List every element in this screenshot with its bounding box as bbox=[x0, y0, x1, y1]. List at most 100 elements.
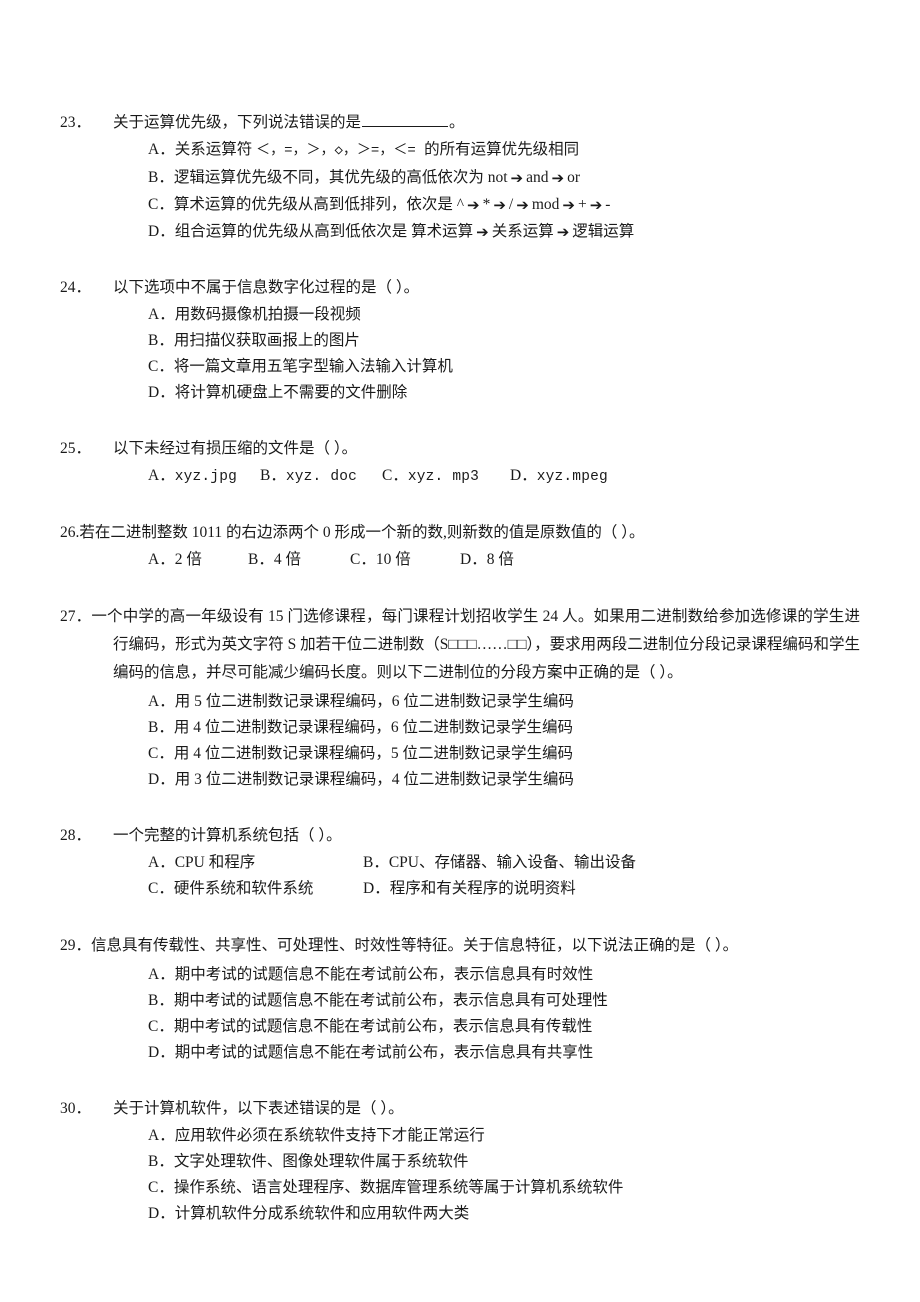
option-29-d[interactable]: D．期中考试的试题信息不能在考试前公布，表示信息具有共享性 bbox=[60, 1040, 860, 1066]
option-label: B． bbox=[148, 332, 174, 349]
option-23-c[interactable]: C．算术运算的优先级从高到低排列，依次是 ^ ➔ * ➔ / ➔ mod ➔ + ➔ - bbox=[60, 191, 860, 218]
option-label: C． bbox=[148, 358, 174, 375]
operator-sequence-c: ^ ➔ * ➔ / ➔ mod ➔ + ➔ - bbox=[457, 196, 611, 214]
option-text: 硬件系统和软件系统 bbox=[173, 880, 314, 897]
option-25-b[interactable]: B．xyz. doc bbox=[260, 463, 382, 490]
option-label: A． bbox=[148, 966, 175, 983]
right-arrow-icon: ➔ bbox=[589, 196, 603, 214]
option-29-b[interactable]: B．期中考试的试题信息不能在考试前公布，表示信息具有可处理性 bbox=[60, 988, 860, 1014]
option-30-c[interactable]: C．操作系统、语言处理程序、数据库管理系统等属于计算机系统软件 bbox=[60, 1175, 860, 1201]
question-number-24: 24． bbox=[60, 279, 92, 296]
option-text: 组合运算的优先级从高到低依次是 bbox=[174, 223, 412, 240]
option-label: C． bbox=[148, 745, 174, 762]
option-row-28-1: A．CPU 和程序 B．CPU、存储器、输入设备、输出设备 bbox=[60, 850, 860, 876]
option-28-b[interactable]: B．CPU、存储器、输入设备、输出设备 bbox=[363, 850, 860, 876]
option-label: B． bbox=[260, 467, 286, 484]
options-list-27: A．用 5 位二进制数记录课程编码，6 位二进制数记录学生编码 B．用 4 位二… bbox=[60, 689, 860, 793]
option-text: 用 4 位二进制数记录课程编码，6 位二进制数记录学生编码 bbox=[173, 719, 573, 736]
option-label: A． bbox=[148, 1127, 175, 1144]
options-list-28: A．CPU 和程序 B．CPU、存储器、输入设备、输出设备 C．硬件系统和软件系… bbox=[60, 850, 860, 902]
option-text: 用数码摄像机拍摄一段视频 bbox=[174, 306, 361, 323]
option-30-a[interactable]: A．应用软件必须在系统软件支持下才能正常运行 bbox=[60, 1123, 860, 1149]
option-label: A． bbox=[148, 141, 175, 158]
relational-operators: ＜，=，＞，◇，＞=，＜= bbox=[256, 143, 425, 159]
option-text: 操作系统、语言处理程序、数据库管理系统等属于计算机系统软件 bbox=[173, 1179, 624, 1196]
option-text: 期中考试的试题信息不能在考试前公布，表示信息具有可处理性 bbox=[173, 992, 608, 1009]
option-28-c[interactable]: C．硬件系统和软件系统 bbox=[148, 876, 363, 902]
question-stem-25: 25． 以下未经过有损压缩的文件是（ ）。 bbox=[60, 436, 860, 461]
option-text: 8 倍 bbox=[486, 551, 514, 568]
option-label: D． bbox=[148, 771, 175, 788]
option-text: 程序和有关程序的说明资料 bbox=[389, 880, 576, 897]
option-30-d[interactable]: D．计算机软件分成系统软件和应用软件两大类 bbox=[60, 1201, 860, 1227]
question-stem-text-23: 关于运算优先级，下列说法错误的是 bbox=[113, 114, 362, 131]
option-29-c[interactable]: C．期中考试的试题信息不能在考试前公布，表示信息具有传载性 bbox=[60, 1014, 860, 1040]
question-number-25: 25． bbox=[60, 440, 92, 457]
question-stem-27: 27．一个中学的高一年级设有 15 门选修课程，每门课程计划招收学生 24 人。… bbox=[60, 603, 860, 687]
option-text: 2 倍 bbox=[174, 551, 202, 568]
option-24-c[interactable]: C．将一篇文章用五笔字型输入法输入计算机 bbox=[60, 354, 860, 380]
option-label: C． bbox=[382, 467, 408, 484]
option-23-d[interactable]: D．组合运算的优先级从高到低依次是 算术运算 ➔ 关系运算 ➔ 逻辑运算 bbox=[60, 218, 860, 245]
question-block-29: 29．信息具有传载性、共享性、可处理性、时效性等特征。关于信息特征，以下说法正确… bbox=[60, 932, 860, 1066]
question-stem-tail-23: 。 bbox=[449, 114, 465, 131]
option-label: C． bbox=[148, 1018, 174, 1035]
option-text: 期中考试的试题信息不能在考试前公布，表示信息具有共享性 bbox=[174, 1044, 594, 1061]
option-label: B． bbox=[248, 551, 274, 568]
question-block-26: 26.若在二进制整数 1011 的右边添两个 0 形成一个新的数,则新数的值是原… bbox=[60, 520, 860, 573]
question-stem-26: 26.若在二进制整数 1011 的右边添两个 0 形成一个新的数,则新数的值是原… bbox=[60, 520, 860, 545]
question-stem-29: 29．信息具有传载性、共享性、可处理性、时效性等特征。关于信息特征，以下说法正确… bbox=[60, 932, 860, 960]
option-27-d[interactable]: D．用 3 位二进制数记录课程编码，4 位二进制数记录学生编码 bbox=[60, 767, 860, 793]
question-block-23: 23． 关于运算优先级，下列说法错误的是 。 A．关系运算符 ＜，=，＞，◇，＞=，… bbox=[60, 110, 860, 245]
option-label: D． bbox=[148, 384, 175, 401]
options-inline-25: A．xyz.jpg B．xyz. doc C．xyz. mp3 D．xyz.mp… bbox=[60, 463, 860, 490]
option-text: 10 倍 bbox=[375, 551, 411, 568]
option-30-b[interactable]: B．文字处理软件、图像处理软件属于系统软件 bbox=[60, 1149, 860, 1175]
option-text: 用 3 位二进制数记录课程编码，4 位二进制数记录学生编码 bbox=[174, 771, 574, 788]
option-label: C． bbox=[148, 196, 174, 213]
option-26-d[interactable]: D．8 倍 bbox=[460, 547, 514, 573]
option-28-d[interactable]: D．程序和有关程序的说明资料 bbox=[363, 876, 860, 902]
question-block-28: 28． 一个完整的计算机系统包括（ ）。 A．CPU 和程序 B．CPU、存储器、… bbox=[60, 823, 860, 902]
option-25-d[interactable]: D．xyz.mpeg bbox=[510, 463, 608, 490]
option-label: C． bbox=[148, 880, 174, 897]
option-29-a[interactable]: A．期中考试的试题信息不能在考试前公布，表示信息具有时效性 bbox=[60, 962, 860, 988]
right-arrow-icon: ➔ bbox=[493, 196, 506, 214]
answer-blank-23[interactable] bbox=[362, 112, 449, 127]
option-25-c[interactable]: C．xyz. mp3 bbox=[382, 463, 510, 490]
option-26-c[interactable]: C．10 倍 bbox=[350, 547, 460, 573]
option-label: A． bbox=[148, 306, 175, 323]
option-24-d[interactable]: D．将计算机硬盘上不需要的文件删除 bbox=[60, 380, 860, 406]
option-text: 用扫描仪获取画报上的图片 bbox=[173, 332, 360, 349]
option-27-a[interactable]: A．用 5 位二进制数记录课程编码，6 位二进制数记录学生编码 bbox=[60, 689, 860, 715]
option-text: 文字处理软件、图像处理软件属于系统软件 bbox=[173, 1153, 469, 1170]
document-page: 23． 关于运算优先级，下列说法错误的是。 A．关系运算符 ＜，=，＞，◇，＞=，… bbox=[0, 0, 920, 1302]
option-24-a[interactable]: A．用数码摄像机拍摄一段视频 bbox=[60, 302, 860, 328]
right-arrow-icon: ➔ bbox=[467, 196, 480, 214]
question-stem-24: 24． 以下选项中不属于信息数字化过程的是（ ）。 bbox=[60, 275, 860, 300]
sequence-item: or bbox=[567, 169, 581, 186]
question-stem-28: 28． 一个完整的计算机系统包括（ ）。 bbox=[60, 823, 860, 848]
question-number-28: 28． bbox=[60, 827, 92, 844]
option-27-c[interactable]: C．用 4 位二进制数记录课程编码，5 位二进制数记录学生编码 bbox=[60, 741, 860, 767]
option-23-a[interactable]: A．关系运算符 ＜，=，＞，◇，＞=，＜= 的所有运算优先级相同 bbox=[60, 137, 860, 164]
option-label: C． bbox=[350, 551, 376, 568]
sequence-item: 逻辑运算 bbox=[572, 223, 635, 240]
option-28-a[interactable]: A．CPU 和程序 bbox=[148, 850, 363, 876]
option-26-b[interactable]: B．4 倍 bbox=[248, 547, 350, 573]
question-number-27: 27． bbox=[60, 608, 92, 625]
question-stem-text-29: 信息具有传载性、共享性、可处理性、时效性等特征。关于信息特征，以下说法正确的是（… bbox=[91, 937, 739, 954]
option-23-b[interactable]: B．逻辑运算优先级不同，其优先级的高低依次为 not ➔ and ➔ or bbox=[60, 164, 860, 191]
option-label: A． bbox=[148, 467, 175, 484]
option-27-b[interactable]: B．用 4 位二进制数记录课程编码，6 位二进制数记录学生编码 bbox=[60, 715, 860, 741]
option-text: 应用软件必须在系统软件支持下才能正常运行 bbox=[174, 1127, 485, 1144]
option-text: 关系运算符 bbox=[174, 141, 257, 158]
option-row-28-2: C．硬件系统和软件系统 D．程序和有关程序的说明资料 bbox=[60, 876, 860, 902]
option-24-b[interactable]: B．用扫描仪获取画报上的图片 bbox=[60, 328, 860, 354]
sequence-item: + bbox=[577, 196, 587, 213]
option-label: A． bbox=[148, 693, 175, 710]
question-block-24: 24． 以下选项中不属于信息数字化过程的是（ ）。 A．用数码摄像机拍摄一段视频 … bbox=[60, 275, 860, 406]
option-label: B． bbox=[148, 169, 174, 186]
option-25-a[interactable]: A．xyz.jpg bbox=[148, 463, 260, 490]
option-26-a[interactable]: A．2 倍 bbox=[148, 547, 248, 573]
